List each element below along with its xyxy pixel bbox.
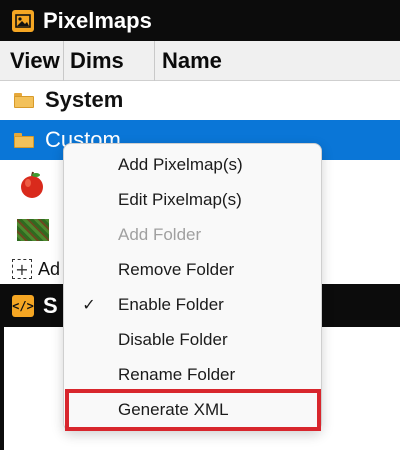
column-header-view[interactable]: View bbox=[0, 41, 64, 81]
menu-item-enable-folder[interactable]: ✓ Enable Folder bbox=[64, 287, 323, 322]
column-header-name[interactable]: Name bbox=[155, 41, 400, 81]
menu-item-rename-folder[interactable]: Rename Folder bbox=[64, 357, 323, 392]
source-panel-title: S bbox=[43, 292, 58, 318]
menu-item-label: Add Pixelmap(s) bbox=[118, 154, 243, 174]
context-menu: Add Pixelmap(s) Edit Pixelmap(s) Add Fol… bbox=[63, 143, 322, 431]
menu-item-edit-pixelmaps[interactable]: Edit Pixelmap(s) bbox=[64, 182, 323, 217]
menu-item-label: Disable Folder bbox=[118, 329, 228, 349]
pixelmaps-panel-title: Pixelmaps bbox=[43, 7, 152, 33]
menu-item-disable-folder[interactable]: Disable Folder bbox=[64, 322, 323, 357]
folder-icon bbox=[14, 132, 34, 148]
pixelmaps-panel-header: Pixelmaps bbox=[0, 0, 400, 41]
add-pixelmap-label: Ad bbox=[38, 258, 61, 279]
menu-item-add-pixelmaps[interactable]: Add Pixelmap(s) bbox=[64, 147, 323, 182]
menu-item-label: Add Folder bbox=[118, 224, 202, 244]
menu-item-add-folder: Add Folder bbox=[64, 217, 323, 252]
column-header-dims[interactable]: Dims bbox=[64, 41, 155, 81]
menu-item-label: Rename Folder bbox=[118, 364, 236, 384]
menu-item-label: Edit Pixelmap(s) bbox=[118, 189, 242, 209]
checkmark-icon: ✓ bbox=[82, 295, 96, 314]
code-icon: </> bbox=[12, 294, 34, 317]
folder-icon bbox=[14, 92, 34, 108]
menu-item-label: Remove Folder bbox=[118, 259, 235, 279]
menu-item-remove-folder[interactable]: Remove Folder bbox=[64, 252, 323, 287]
highlight-annotation-box bbox=[65, 389, 321, 431]
panel-border bbox=[0, 327, 4, 450]
menu-item-label: Enable Folder bbox=[118, 294, 224, 314]
folder-row-system[interactable]: System bbox=[0, 81, 400, 119]
folder-label-system: System bbox=[45, 87, 124, 112]
grass-icon[interactable] bbox=[17, 219, 49, 241]
image-icon bbox=[12, 9, 34, 32]
pixelmap-column-headers: View Dims Name bbox=[0, 41, 400, 81]
add-icon: + bbox=[12, 259, 32, 279]
apple-icon[interactable] bbox=[17, 170, 47, 200]
